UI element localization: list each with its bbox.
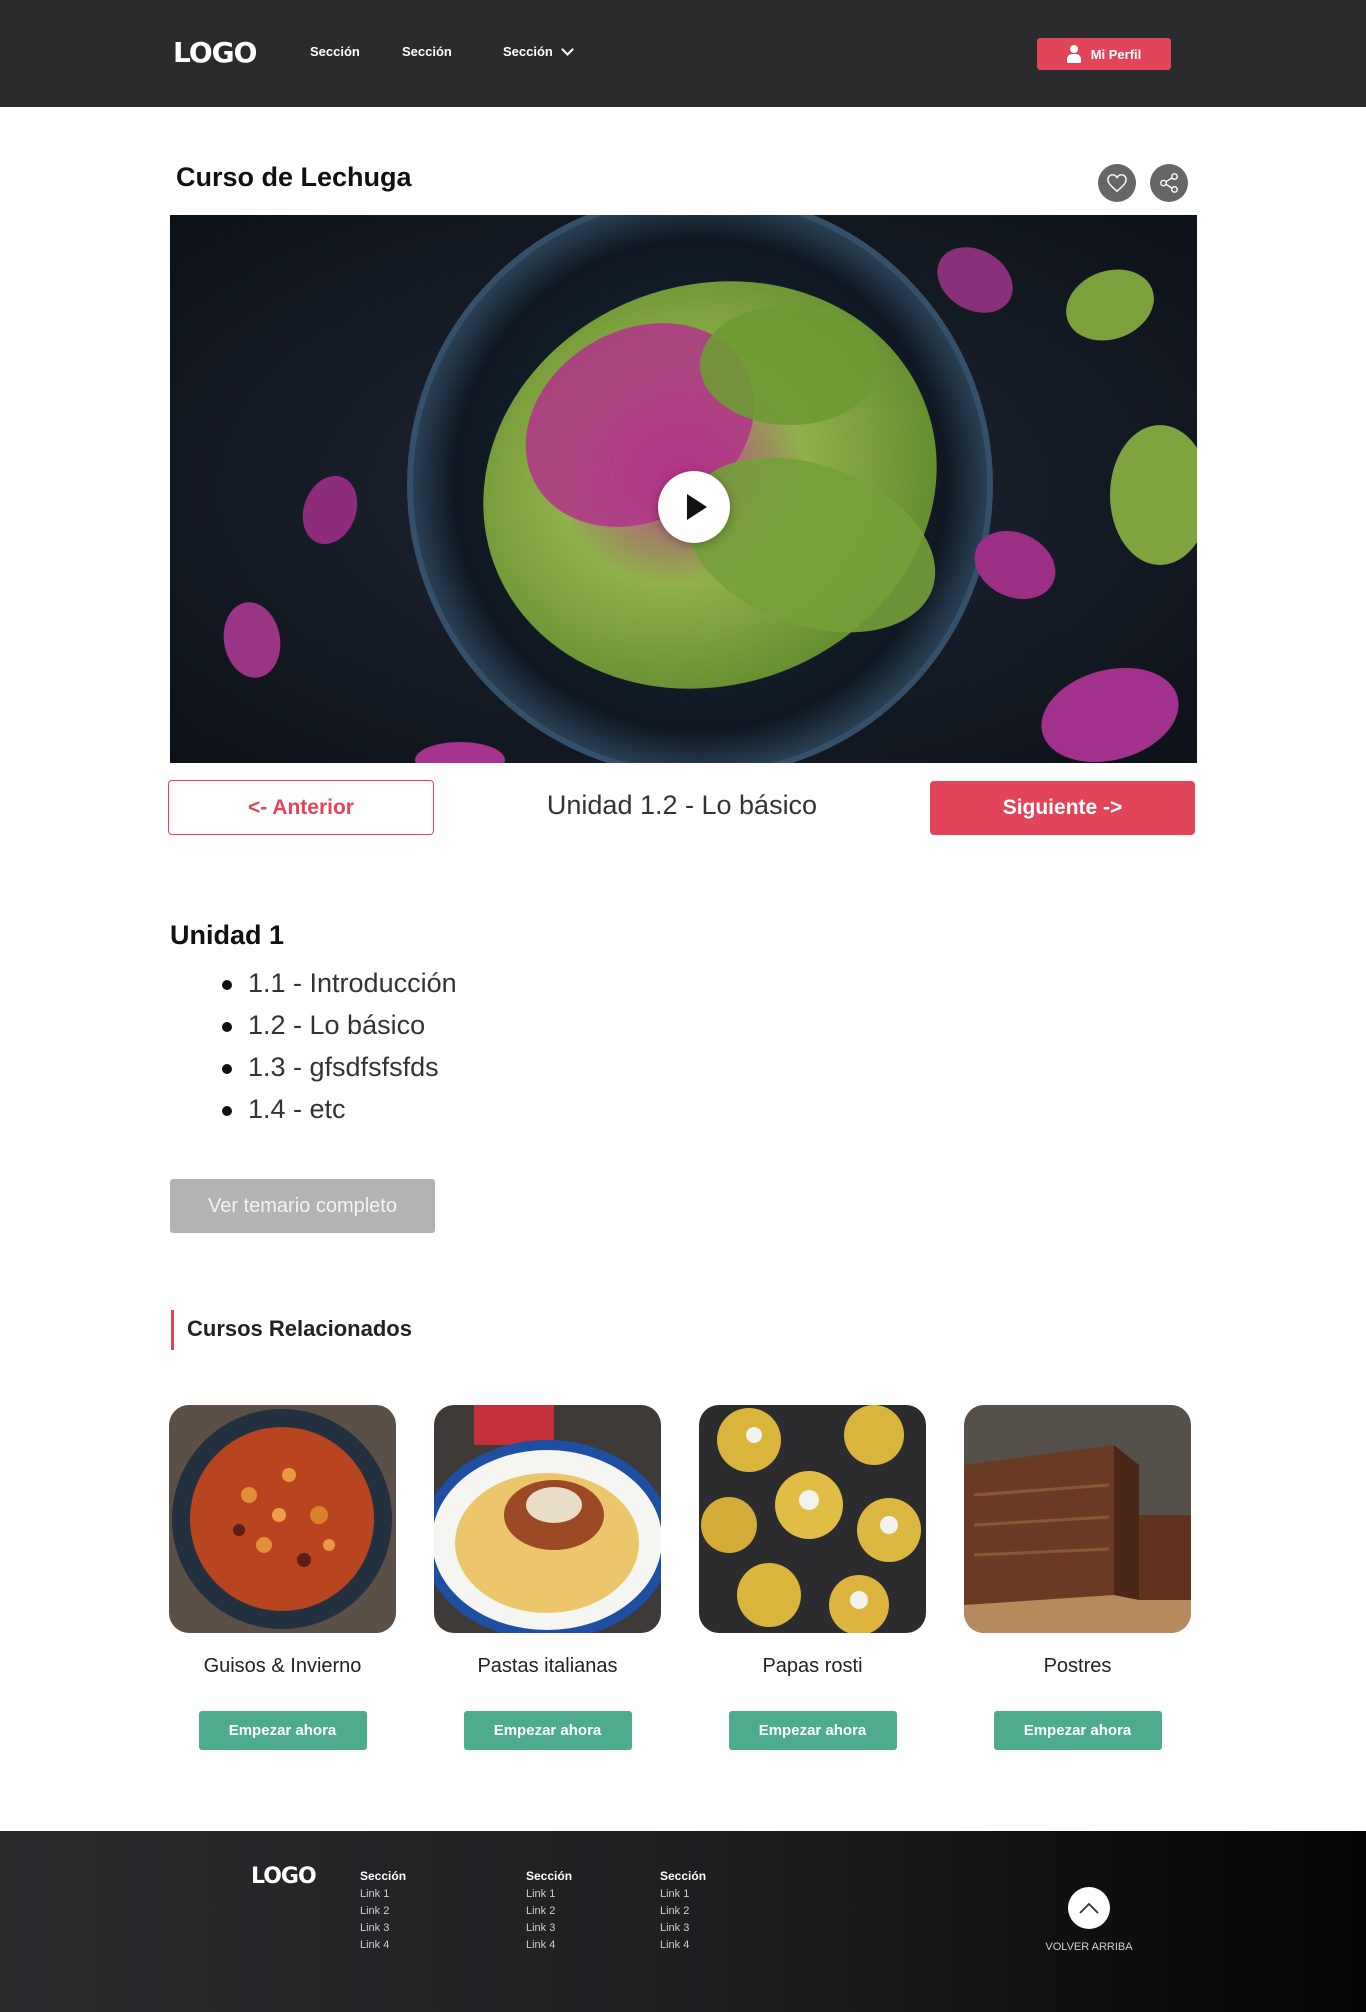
footer-link[interactable]: Link 4	[360, 1937, 406, 1954]
back-to-top-label: VOLVER ARRIBA	[1045, 1941, 1133, 1953]
footer-column: Sección Link 1 Link 2 Link 3 Link 4	[526, 1869, 572, 1954]
nav-item-label: Sección	[503, 44, 553, 59]
full-syllabus-button[interactable]: Ver temario completo	[170, 1179, 435, 1233]
stew-image	[169, 1405, 396, 1633]
footer-logo[interactable]: LOGO	[251, 1864, 317, 1889]
play-button[interactable]	[658, 471, 730, 543]
lesson-item[interactable]: 1.3 - gfsdfsfsfds	[222, 1046, 457, 1088]
course-card: Papas rosti Empezar ahora	[699, 1405, 926, 1750]
start-course-button[interactable]: Empezar ahora	[463, 1711, 632, 1750]
footer-link[interactable]: Link 3	[360, 1920, 406, 1937]
unit-title: Unidad 1	[170, 920, 285, 950]
lesson-item[interactable]: 1.2 - Lo básico	[222, 1004, 457, 1046]
footer-link[interactable]: Link 4	[660, 1937, 706, 1954]
course-card-title: Papas rosti	[762, 1655, 863, 1677]
chevron-down-icon	[560, 42, 574, 56]
share-button[interactable]	[1150, 164, 1188, 202]
pasta-image	[434, 1405, 661, 1633]
course-card: Pastas italianas Empezar ahora	[434, 1405, 661, 1750]
nav-item-1[interactable]: Sección	[310, 44, 360, 59]
nav-item-3-dropdown[interactable]: Sección	[503, 42, 574, 59]
play-icon	[687, 494, 707, 520]
course-card-image[interactable]	[964, 1405, 1191, 1633]
previous-lesson-button[interactable]: <- Anterior	[168, 780, 434, 835]
favorite-button[interactable]	[1098, 164, 1136, 202]
video-player[interactable]	[170, 215, 1197, 763]
heart-icon	[1107, 174, 1127, 193]
footer-link[interactable]: Link 2	[526, 1903, 572, 1920]
course-card-title: Postres	[1043, 1655, 1112, 1677]
course-card-image[interactable]	[169, 1405, 396, 1633]
footer-column: Sección Link 1 Link 2 Link 3 Link 4	[360, 1869, 406, 1954]
start-course-button[interactable]: Empezar ahora	[993, 1711, 1162, 1750]
share-icon	[1160, 173, 1178, 193]
chevron-up-icon	[1079, 1902, 1099, 1914]
header-logo[interactable]: LOGO	[173, 36, 257, 69]
footer-link[interactable]: Link 1	[660, 1886, 706, 1903]
potatoes-image	[699, 1405, 926, 1633]
nav-item-label: Sección	[310, 44, 360, 59]
site-footer: LOGO Sección Link 1 Link 2 Link 3 Link 4…	[0, 1831, 1366, 2012]
course-card: Guisos & Invierno Empezar ahora	[169, 1405, 396, 1750]
dessert-image	[964, 1405, 1191, 1633]
footer-column-heading: Sección	[360, 1869, 407, 1883]
footer-link[interactable]: Link 1	[360, 1886, 406, 1903]
current-lesson-label: Unidad 1.2 - Lo básico	[546, 790, 818, 820]
next-lesson-button[interactable]: Siguiente ->	[930, 781, 1195, 835]
nav-item-2[interactable]: Sección	[402, 44, 452, 59]
start-course-button[interactable]: Empezar ahora	[198, 1711, 367, 1750]
start-course-button[interactable]: Empezar ahora	[728, 1711, 897, 1750]
nav-item-label: Sección	[402, 44, 452, 59]
course-card: Postres Empezar ahora	[964, 1405, 1191, 1750]
section-accent-bar	[171, 1310, 174, 1350]
course-card-title: Guisos & Invierno	[203, 1655, 362, 1677]
lesson-list: 1.1 - Introducción 1.2 - Lo básico 1.3 -…	[222, 962, 457, 1130]
footer-link[interactable]: Link 3	[526, 1920, 572, 1937]
footer-link[interactable]: Link 4	[526, 1937, 572, 1954]
footer-column-heading: Sección	[526, 1869, 573, 1883]
related-courses-title: Cursos Relacionados	[187, 1316, 412, 1341]
course-card-image[interactable]	[699, 1405, 926, 1633]
footer-link[interactable]: Link 3	[660, 1920, 706, 1937]
course-card-title: Pastas italianas	[477, 1655, 618, 1677]
footer-link[interactable]: Link 2	[660, 1903, 706, 1920]
footer-link[interactable]: Link 1	[526, 1886, 572, 1903]
footer-column-heading: Sección	[660, 1869, 707, 1883]
footer-column: Sección Link 1 Link 2 Link 3 Link 4	[660, 1869, 706, 1954]
profile-button-label: Mi Perfil	[1090, 46, 1142, 62]
back-to-top-button[interactable]	[1068, 1887, 1110, 1929]
footer-link[interactable]: Link 2	[360, 1903, 406, 1920]
profile-button[interactable]: Mi Perfil	[1037, 38, 1171, 70]
course-title: Curso de Lechuga	[176, 162, 412, 192]
user-icon	[1066, 45, 1081, 63]
lesson-item[interactable]: 1.4 - etc	[222, 1088, 457, 1130]
course-card-image[interactable]	[434, 1405, 661, 1633]
lesson-item[interactable]: 1.1 - Introducción	[222, 962, 457, 1004]
site-header: LOGO Sección Sección Sección Mi Perfil	[0, 0, 1366, 107]
